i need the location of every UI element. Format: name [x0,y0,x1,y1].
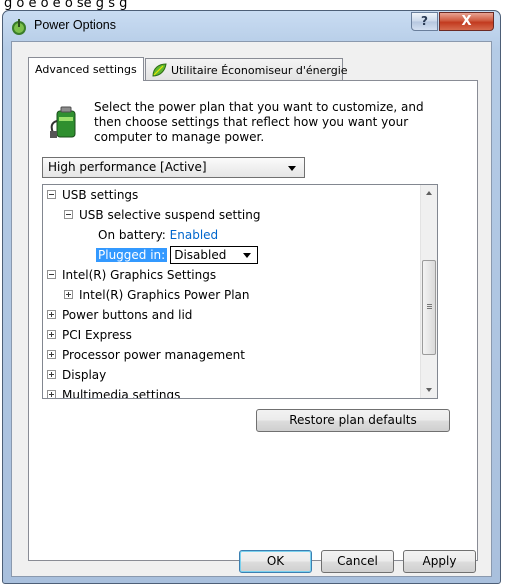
expand-icon[interactable] [47,330,56,339]
expand-icon[interactable] [47,350,56,359]
scrollbar-thumb[interactable] [422,260,436,355]
tree-item-processor-power[interactable]: Processor power management [47,346,245,366]
tab-advanced-settings[interactable]: Advanced settings [28,57,144,81]
restore-plan-defaults-button[interactable]: Restore plan defaults [256,409,450,432]
tree-item-display[interactable]: Display [47,366,106,386]
collapse-icon[interactable] [47,190,56,199]
tree-item-label: Processor power management [62,348,245,362]
settings-tree-content: USB settings USB selective suspend setti… [43,185,421,398]
tree-item-label: Intel(R) Graphics Settings [62,268,217,282]
power-options-window: Power Options ? X Advanced settings Util… [2,10,501,584]
tree-item-label: USB settings [62,188,139,202]
tree-item-plugged-in[interactable]: Plugged in: Disabled [96,246,259,266]
plugged-in-selected: Disabled [174,248,227,262]
tree-item-label: PCI Express [62,328,132,342]
tree-item-label: USB selective suspend setting [79,208,261,222]
power-plan-dropdown[interactable]: High performance [Active] [42,157,305,178]
scroll-down-arrow-icon[interactable] [421,381,437,398]
close-button[interactable]: X [439,12,494,31]
tree-item-usb-settings[interactable]: USB settings [47,186,138,206]
power-options-icon [12,19,26,35]
tree-item-label: On battery: [98,228,166,242]
on-battery-value-link[interactable]: Enabled [170,228,219,242]
help-button[interactable]: ? [411,12,438,31]
tab-utility-label: Utilitaire Économiseur d'énergie [171,64,348,77]
expand-icon[interactable] [47,390,56,398]
tree-item-label: Display [62,368,107,382]
advanced-settings-panel: Select the power plan that you want to c… [28,80,478,561]
chevron-down-icon [243,253,252,258]
tree-item-on-battery[interactable]: On battery: Enabled [98,226,218,246]
tree-item-intel-graphics-settings[interactable]: Intel(R) Graphics Settings [47,266,216,286]
apply-button[interactable]: Apply [403,550,476,573]
collapse-icon[interactable] [64,210,73,219]
window-title: Power Options [34,18,116,32]
plugged-in-dropdown[interactable]: Disabled [170,246,259,264]
dialog-client-area: Advanced settings Utilitaire Économiseur… [11,41,492,577]
chevron-down-icon [288,166,296,171]
leaf-icon [152,63,167,77]
scroll-up-arrow-icon[interactable] [421,185,437,202]
tree-item-label: Plugged in: [96,248,168,262]
title-bar[interactable]: Power Options ? X [3,11,500,41]
intro-text: Select the power plan that you want to c… [94,100,424,144]
battery-plug-icon [50,106,76,138]
tree-item-pci-express[interactable]: PCI Express [47,326,132,346]
tab-power-saver-utility[interactable]: Utilitaire Économiseur d'énergie [145,58,348,80]
tree-item-usb-selective-suspend[interactable]: USB selective suspend setting [64,206,260,226]
cancel-button[interactable]: Cancel [321,550,394,573]
tree-item-multimedia[interactable]: Multimedia settings [47,386,180,398]
tree-item-label: Multimedia settings [62,388,181,398]
expand-icon[interactable] [64,290,73,299]
tree-scrollbar[interactable] [420,185,437,398]
settings-tree[interactable]: USB settings USB selective suspend setti… [42,184,438,399]
tree-item-label: Power buttons and lid [62,308,193,322]
expand-icon[interactable] [47,310,56,319]
ok-button[interactable]: OK [239,550,312,573]
tree-item-intel-graphics-power-plan[interactable]: Intel(R) Graphics Power Plan [64,286,250,306]
power-plan-selected: High performance [Active] [48,160,207,174]
expand-icon[interactable] [47,370,56,379]
tree-item-label: Intel(R) Graphics Power Plan [79,288,250,302]
tree-item-power-buttons-lid[interactable]: Power buttons and lid [47,306,192,326]
grip-icon [427,304,432,305]
background-strip: g o e o e o se g s g [0,0,505,11]
collapse-icon[interactable] [47,270,56,279]
